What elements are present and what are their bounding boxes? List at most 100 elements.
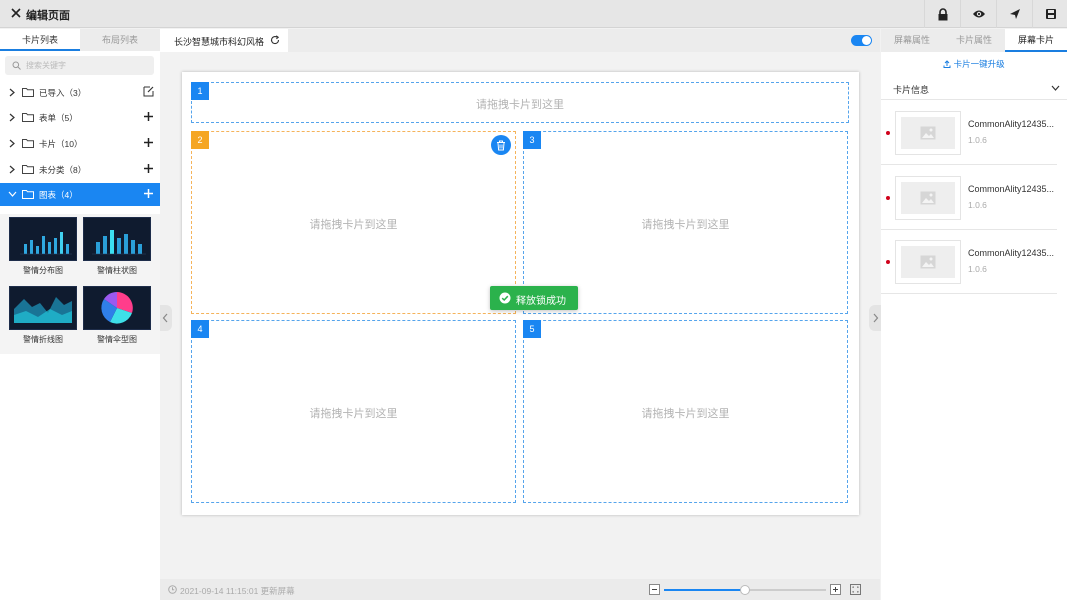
tab-card-properties[interactable]: 卡片属性 [943, 29, 1005, 52]
delete-slot-button[interactable] [491, 135, 511, 155]
lock-button[interactable] [924, 0, 960, 28]
plus-icon[interactable] [143, 188, 154, 199]
page-title: 编辑页面 [26, 10, 70, 22]
right-tabs: 屏幕属性 卡片属性 屏幕卡片 [881, 29, 1067, 52]
thumbnail-label: 警情分布图 [23, 266, 63, 275]
send-icon [1009, 9, 1020, 19]
eye-icon [972, 10, 985, 18]
thumbnail-label: 警情折线图 [23, 335, 63, 344]
tab-screen[interactable]: 长沙智慧城市科幻风格 [160, 29, 288, 52]
preview-button[interactable] [960, 0, 996, 28]
screen-toggle[interactable] [851, 35, 872, 46]
status-dot [886, 260, 890, 264]
drop-slot-1[interactable]: 1 请拖拽卡片到这里 [191, 82, 849, 123]
drop-slot-4[interactable]: 4 请拖拽卡片到这里 [191, 320, 516, 503]
slot-number: 3 [523, 131, 541, 149]
folder-icon [22, 139, 34, 148]
upgrade-cards-link[interactable]: 卡片一键升级 [881, 58, 1067, 70]
publish-button[interactable] [996, 0, 1032, 28]
card-name: CommonAlity12435... [968, 248, 1055, 258]
screen-card-item[interactable]: CommonAlity12435... 1.0.6 [881, 166, 1057, 230]
zoom-slider-fill [664, 589, 745, 591]
status-bar: 2021-09-14 11:15:01 更新屏幕 [160, 579, 880, 600]
drop-slot-2[interactable]: 2 请拖拽卡片到这里 [191, 131, 516, 314]
save-button[interactable] [1032, 0, 1067, 28]
area-chart-preview-icon [14, 297, 72, 323]
update-timestamp: 2021-09-14 11:15:01 更新屏幕 [180, 586, 295, 596]
tree-item-forms[interactable]: 表单（5） [0, 106, 160, 129]
tab-screen-properties[interactable]: 屏幕属性 [881, 29, 943, 52]
collapse-left-panel-handle[interactable] [160, 305, 172, 331]
tree-item-uncategorized[interactable]: 未分类（8） [0, 158, 160, 181]
image-placeholder-icon [920, 126, 936, 140]
thumbnail-pie-chart[interactable] [83, 286, 151, 330]
clock-icon [168, 585, 177, 594]
tree-item-cards[interactable]: 卡片（10） [0, 132, 160, 155]
chevron-right-icon[interactable] [8, 88, 16, 97]
card-info-section-header[interactable]: 卡片信息 [881, 76, 1067, 100]
folder-icon [22, 113, 34, 122]
chevron-right-icon[interactable] [8, 113, 16, 122]
card-version: 1.0.6 [968, 264, 987, 274]
tab-layout-list[interactable]: 布局列表 [80, 29, 160, 51]
card-thumbnail [895, 240, 961, 284]
slot-placeholder: 请拖拽卡片到这里 [641, 407, 730, 420]
image-placeholder-icon [920, 191, 936, 205]
card-name: CommonAlity12435... [968, 119, 1055, 129]
check-circle-icon [499, 292, 511, 304]
chevron-down-icon[interactable] [8, 190, 17, 198]
plus-icon[interactable] [143, 137, 154, 148]
left-tabs: 卡片列表 布局列表 [0, 29, 160, 51]
folder-icon [22, 165, 34, 174]
upgrade-label: 卡片一键升级 [953, 59, 1005, 69]
plus-icon[interactable] [143, 111, 154, 122]
zoom-in-button[interactable] [830, 584, 841, 595]
success-toast: 释放锁成功 [490, 286, 578, 310]
screen-card-item[interactable]: CommonAlity12435... 1.0.6 [881, 230, 1057, 294]
refresh-icon[interactable] [270, 35, 280, 45]
card-version: 1.0.6 [968, 135, 987, 145]
chevron-right-icon[interactable] [8, 165, 16, 174]
close-icon[interactable] [10, 7, 22, 19]
folder-icon [22, 190, 34, 199]
minus-icon [652, 589, 657, 590]
thumbnail-bar-chart[interactable] [83, 217, 151, 261]
zoom-out-button[interactable] [649, 584, 660, 595]
search-input[interactable]: 搜索关键字 [5, 56, 154, 75]
bar-chart-preview-icon [92, 230, 146, 255]
trash-icon [497, 140, 505, 150]
tree-item-label: 图表（4） [39, 190, 78, 200]
card-thumbnail [895, 111, 961, 155]
edit-icon[interactable] [143, 86, 154, 97]
status-dot [886, 131, 890, 135]
fit-screen-icon[interactable] [850, 584, 861, 595]
bar-chart-preview-icon [20, 232, 72, 255]
slot-placeholder: 请拖拽卡片到这里 [309, 218, 398, 231]
thumbnail-label: 警情柱状图 [97, 266, 137, 275]
tree-item-label: 未分类（8） [39, 165, 87, 175]
tree-item-charts[interactable]: 图表（4） [0, 183, 160, 206]
pie-chart-preview-icon [101, 292, 133, 324]
slot-number: 2 [191, 131, 209, 149]
zoom-slider[interactable] [664, 585, 826, 595]
chevron-right-icon[interactable] [8, 139, 16, 148]
top-bar: 编辑页面 [0, 0, 1067, 28]
section-title: 卡片信息 [893, 85, 930, 95]
search-icon [12, 61, 21, 70]
card-name: CommonAlity12435... [968, 184, 1055, 194]
screen-card-item[interactable]: CommonAlity12435... 1.0.6 [881, 101, 1057, 165]
collapse-right-panel-handle[interactable] [869, 305, 881, 331]
thumbnail-distribution-chart[interactable] [9, 217, 77, 261]
slot-placeholder: 请拖拽卡片到这里 [309, 407, 398, 420]
drop-slot-5[interactable]: 5 请拖拽卡片到这里 [523, 320, 848, 503]
right-panel: 屏幕属性 卡片属性 屏幕卡片 卡片一键升级 卡片信息 CommonAlity12… [881, 29, 1067, 600]
thumbnail-line-chart[interactable] [9, 286, 77, 330]
slot-placeholder: 请拖拽卡片到这里 [641, 218, 730, 231]
tree-item-imported[interactable]: 已导入（3） [0, 81, 160, 104]
screen-tab-label: 长沙智慧城市科幻风格 [174, 37, 265, 47]
tab-card-list[interactable]: 卡片列表 [0, 29, 80, 51]
zoom-slider-handle[interactable] [740, 585, 750, 595]
plus-icon[interactable] [143, 163, 154, 174]
tab-screen-cards[interactable]: 屏幕卡片 [1005, 29, 1067, 52]
chevron-down-icon [1051, 85, 1060, 91]
